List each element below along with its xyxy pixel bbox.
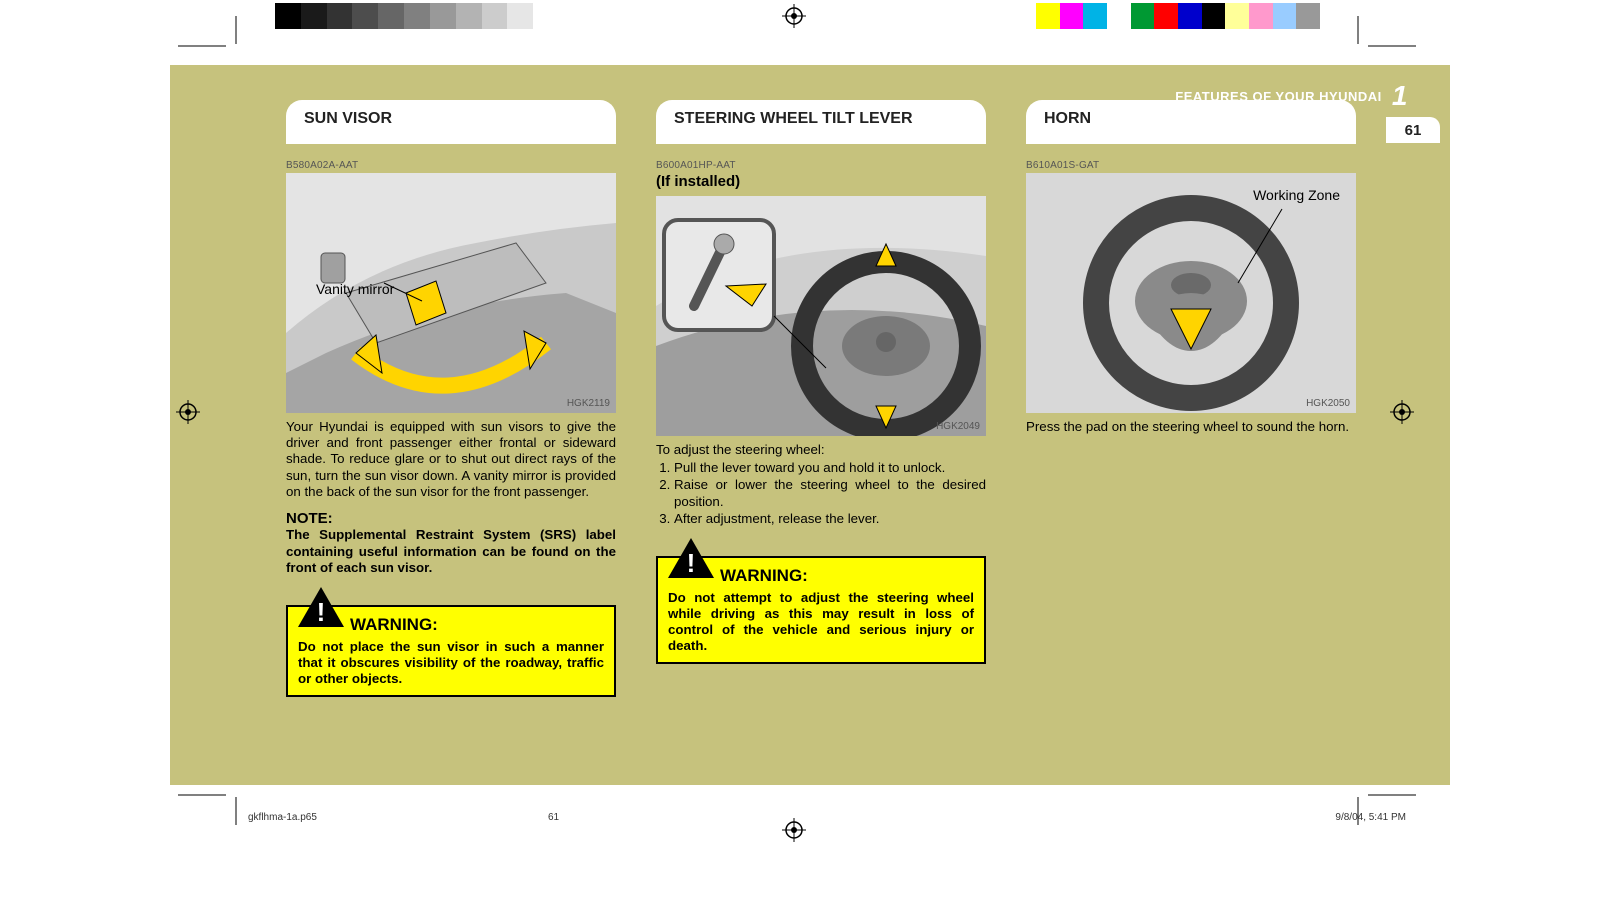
steps: To adjust the steering wheel: Pull the l… (656, 442, 986, 528)
steps-intro: To adjust the steering wheel: (656, 442, 986, 458)
warning-text: Do not attempt to adjust the steering wh… (668, 590, 974, 654)
warning-text: Do not place the sun visor in such a man… (298, 639, 604, 687)
step-item: After adjustment, release the lever. (674, 511, 986, 527)
registration-mark-left (176, 400, 200, 424)
footer-datetime: 9/8/04, 5:41 PM (1335, 812, 1406, 823)
chapter-number: 1 (1392, 80, 1408, 111)
tab-horn: HORN (1026, 100, 1356, 142)
svg-text:!: ! (317, 597, 326, 627)
note-title: NOTE: (286, 510, 616, 527)
column-horn: HORN B610A01S-GAT Working Zone HGK2050 P… (1026, 100, 1356, 760)
body-text: Your Hyundai is equipped with sun visors… (286, 419, 616, 500)
step-item: Pull the lever toward you and hold it to… (674, 460, 986, 476)
steps-list: Pull the lever toward you and hold it to… (656, 460, 986, 527)
illus-label-vanity-mirror: Vanity mirror (316, 281, 394, 297)
note-body: The Supplemental Restraint System (SRS) … (286, 527, 616, 577)
warning-title: WARNING: (350, 615, 604, 635)
crop-mark (178, 785, 238, 825)
warning-box: ! WARNING: Do not attempt to adjust the … (656, 556, 986, 664)
footer-filename: gkflhma-1a.p65 (248, 812, 317, 823)
warning-icon: ! (666, 536, 716, 580)
svg-text:!: ! (687, 548, 696, 578)
subhead: (If installed) (656, 173, 986, 190)
content-columns: SUN VISOR B580A02A-AAT Vanity mirror HGK… (286, 100, 1356, 760)
crop-mark (178, 16, 238, 56)
footer-page: 61 (548, 812, 559, 823)
warning-title: WARNING: (720, 566, 974, 586)
registration-mark-right (1390, 400, 1414, 424)
part-code: B600A01HP-AAT (656, 160, 986, 171)
figure-id: HGK2119 (567, 398, 610, 409)
print-footer: gkflhma-1a.p65 61 9/8/04, 5:41 PM (248, 812, 1406, 823)
part-code: B610A01S-GAT (1026, 160, 1356, 171)
part-code: B580A02A-AAT (286, 160, 616, 171)
tab-tilt-lever: STEERING WHEEL TILT LEVER (656, 100, 986, 142)
tab-sun-visor: SUN VISOR (286, 100, 616, 142)
illustration-tilt-lever: HGK2049 (656, 196, 986, 436)
page-number: 61 (1386, 117, 1440, 143)
body-text: Press the pad on the steering wheel to s… (1026, 419, 1356, 435)
registration-mark-top (782, 4, 806, 28)
illustration-horn: Working Zone HGK2050 (1026, 173, 1356, 413)
printer-grayscale-bar (275, 3, 559, 29)
figure-id: HGK2050 (1306, 398, 1350, 409)
warning-icon: ! (296, 585, 346, 629)
warning-box: ! WARNING: Do not place the sun visor in… (286, 605, 616, 697)
column-tilt-lever: STEERING WHEEL TILT LEVER B600A01HP-AAT … (656, 100, 986, 760)
printer-color-bar (1036, 3, 1320, 29)
illustration-sun-visor: Vanity mirror HGK2119 (286, 173, 616, 413)
column-sun-visor: SUN VISOR B580A02A-AAT Vanity mirror HGK… (286, 100, 616, 760)
illus-label-working-zone: Working Zone (1253, 187, 1340, 203)
crop-mark (1356, 16, 1416, 56)
step-item: Raise or lower the steering wheel to the… (674, 477, 986, 509)
figure-id: HGK2049 (936, 421, 980, 432)
